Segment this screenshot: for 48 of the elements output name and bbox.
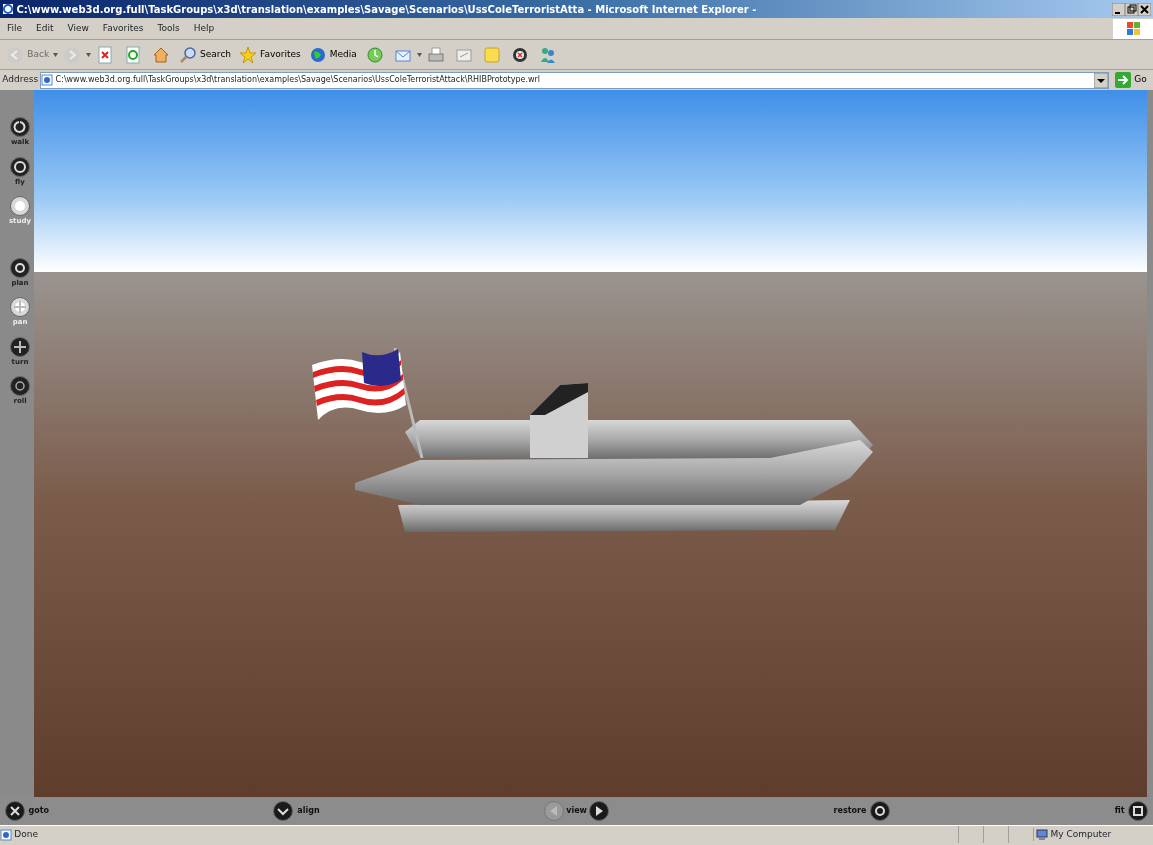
menu-item[interactable]: View bbox=[60, 21, 96, 36]
home-icon[interactable] bbox=[152, 45, 171, 64]
viewer-button[interactable]: restore bbox=[833, 801, 891, 821]
page-icon bbox=[0, 828, 12, 841]
toolbar-button[interactable]: Favorites bbox=[235, 45, 305, 64]
viewer-button[interactable]: view bbox=[566, 805, 587, 817]
go-button[interactable]: Go bbox=[1111, 72, 1151, 88]
address-field[interactable]: C:\www.web3d.org.full\TaskGroups\x3d\translation\examples\Savage\Scenarios\UssColeTerroristAttack\RHIBPrototype.wrl bbox=[40, 71, 1109, 89]
viewer-button[interactable]: goto bbox=[4, 801, 50, 821]
minimize-icon[interactable] bbox=[1111, 2, 1125, 16]
arrow-icon bbox=[1115, 72, 1132, 88]
refresh-icon[interactable] bbox=[124, 45, 143, 64]
address-label: Address bbox=[2, 73, 39, 87]
menu-item[interactable]: Help bbox=[186, 21, 222, 36]
cross-icon bbox=[10, 336, 30, 357]
search-icon bbox=[179, 45, 198, 64]
zone-text: My Computer bbox=[1050, 827, 1112, 841]
menu-item[interactable]: Tools bbox=[150, 21, 187, 36]
page-icon bbox=[41, 74, 54, 86]
dropdown-caret-icon[interactable] bbox=[53, 52, 59, 57]
cross-icon bbox=[10, 297, 30, 317]
windows-flag-icon bbox=[1113, 18, 1153, 39]
toolbar-button[interactable]: Search bbox=[175, 45, 236, 64]
viewer-button[interactable]: fit bbox=[1114, 801, 1149, 821]
clock-icon[interactable] bbox=[365, 45, 384, 64]
globe-icon bbox=[308, 45, 327, 64]
status-text: Done bbox=[14, 827, 39, 841]
ie-logo-icon bbox=[2, 3, 15, 15]
toolbar-button[interactable]: Media bbox=[304, 45, 361, 64]
glow-icon bbox=[10, 196, 30, 216]
cross-icon bbox=[4, 801, 25, 821]
menu-item[interactable]: Favorites bbox=[95, 21, 151, 36]
round-icon[interactable] bbox=[510, 45, 529, 64]
people-icon[interactable] bbox=[538, 45, 557, 64]
viewer-button[interactable]: align bbox=[273, 801, 320, 821]
computer-icon bbox=[1036, 828, 1049, 841]
ring-icon bbox=[10, 156, 30, 177]
target-icon bbox=[10, 376, 30, 396]
window-title: C:\www.web3d.org.full\TaskGroups\x3d\translation\examples\Savage\Scenarios\UssColeTerroristAtta - Microsoft Internet Explorer - bbox=[16, 2, 758, 17]
dropdown-caret-icon[interactable] bbox=[86, 52, 92, 57]
dropdown-arrow-icon[interactable] bbox=[1094, 72, 1108, 88]
dropdown-caret-icon[interactable] bbox=[416, 52, 422, 57]
menu-item[interactable]: File bbox=[0, 21, 30, 36]
play-icon[interactable] bbox=[589, 801, 610, 821]
menu-item[interactable]: Edit bbox=[29, 21, 61, 36]
printer-icon[interactable] bbox=[426, 45, 445, 64]
stop-icon[interactable] bbox=[96, 45, 115, 64]
star-icon bbox=[239, 45, 258, 64]
